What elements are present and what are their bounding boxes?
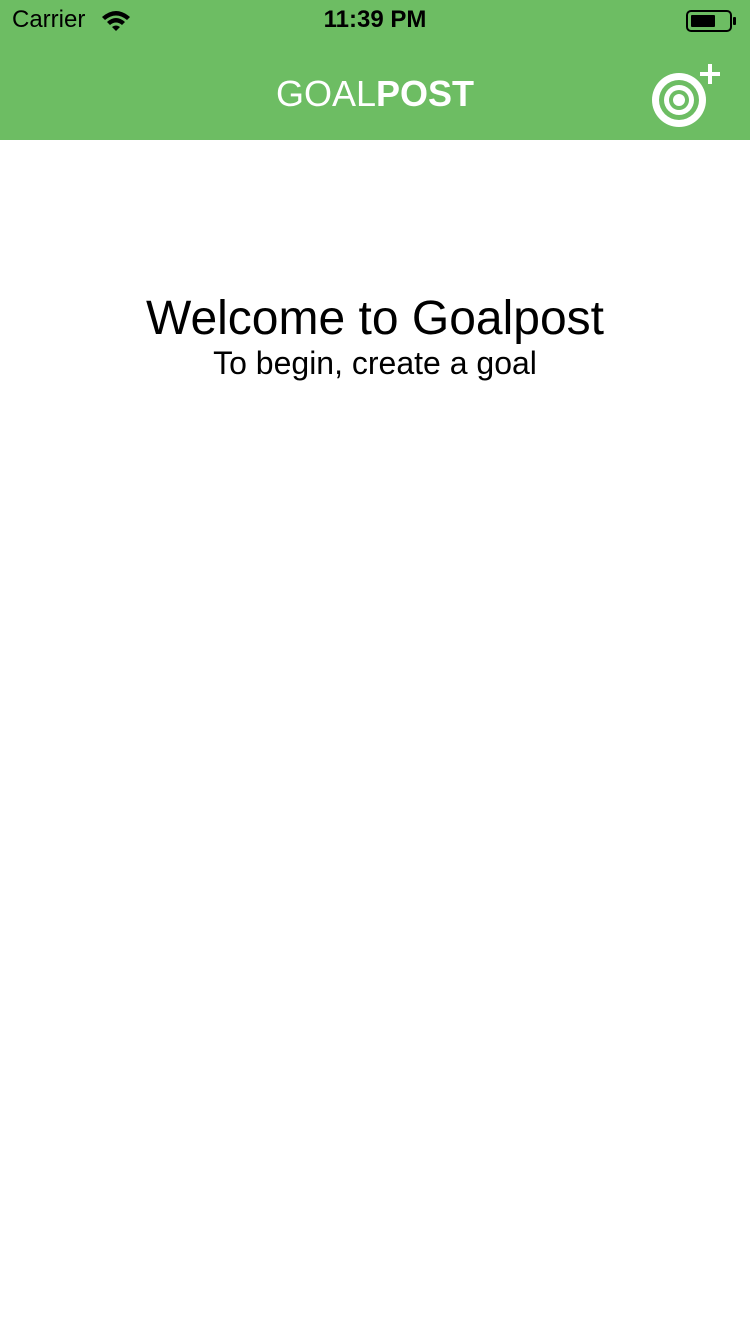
app-screen: Carrier 11:39 PM GOALPOST Welcome to Goa… (0, 0, 750, 1334)
navigation-bar: GOALPOST (0, 40, 750, 140)
clock-time: 11:39 PM (323, 6, 427, 33)
battery-icon (686, 10, 736, 32)
status-bar: Carrier 11:39 PM (0, 0, 750, 40)
welcome-title: Welcome to Goalpost (146, 292, 604, 345)
welcome-subtitle: To begin, create a goal (213, 345, 537, 381)
app-title: GOALPOST (0, 73, 750, 115)
app-title-bold: POST (376, 73, 475, 114)
target-plus-icon (652, 64, 720, 127)
app-title-light: GOAL (275, 73, 377, 114)
welcome-section: Welcome to Goalpost To begin, create a g… (0, 290, 750, 382)
add-goal-button[interactable] (644, 58, 728, 132)
